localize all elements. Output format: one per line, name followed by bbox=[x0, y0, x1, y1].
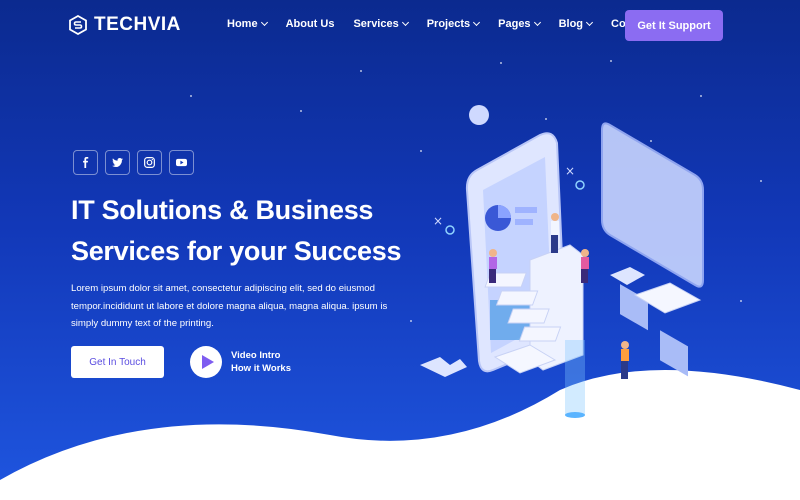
nav-item-blog[interactable]: Blog bbox=[558, 18, 594, 30]
main-nav: Home About Us Services Projects Pages Bl… bbox=[227, 18, 671, 30]
nav-item-pages[interactable]: Pages bbox=[498, 18, 541, 30]
youtube-link[interactable] bbox=[169, 150, 194, 175]
logo-icon bbox=[69, 15, 87, 35]
facebook-link[interactable] bbox=[73, 150, 98, 175]
chevron-down-icon bbox=[585, 18, 594, 27]
hero-illustration: × × bbox=[420, 105, 704, 418]
moon-icon bbox=[469, 105, 489, 125]
chevron-down-icon bbox=[260, 18, 268, 27]
site-header: TECHVIA Home About Us Services Projects … bbox=[0, 0, 800, 52]
hero-description: Lorem ipsum dolor sit amet, consectetur … bbox=[71, 283, 388, 329]
facebook-icon bbox=[83, 157, 89, 168]
nav-label: Pages bbox=[498, 18, 531, 30]
instagram-link[interactable] bbox=[137, 150, 162, 175]
nav-item-projects[interactable]: Projects bbox=[426, 18, 481, 30]
svg-text:×: × bbox=[565, 164, 575, 178]
chevron-down-icon bbox=[473, 18, 481, 27]
nav-label: Services bbox=[353, 18, 399, 30]
svg-text:×: × bbox=[433, 214, 443, 228]
nav-label: Home bbox=[227, 18, 258, 30]
browser-window-illustration bbox=[601, 122, 704, 377]
nav-item-about[interactable]: About Us bbox=[286, 18, 335, 30]
twitter-icon bbox=[112, 158, 123, 168]
instagram-icon bbox=[144, 157, 155, 168]
nav-item-services[interactable]: Services bbox=[353, 18, 409, 30]
youtube-icon bbox=[176, 158, 187, 167]
nav-label: Blog bbox=[558, 18, 584, 30]
glass-tube-illustration bbox=[565, 340, 585, 418]
hero-title: IT Solutions & Business Services for you… bbox=[71, 190, 411, 272]
chevron-down-icon bbox=[401, 18, 409, 27]
get-support-button[interactable]: Get It Support bbox=[625, 10, 723, 41]
brand-name: TECHVIA bbox=[94, 14, 181, 35]
hero-title-line1: IT Solutions & Business bbox=[71, 195, 374, 225]
twitter-link[interactable] bbox=[105, 150, 130, 175]
chevron-down-icon bbox=[533, 18, 541, 27]
social-links bbox=[73, 150, 194, 175]
nav-label: Projects bbox=[426, 18, 471, 30]
nav-label: About Us bbox=[285, 18, 335, 30]
nav-item-home[interactable]: Home bbox=[227, 18, 268, 30]
hero-title-line2: Services for your Success bbox=[71, 236, 402, 266]
brand-logo[interactable]: TECHVIA bbox=[68, 14, 181, 36]
